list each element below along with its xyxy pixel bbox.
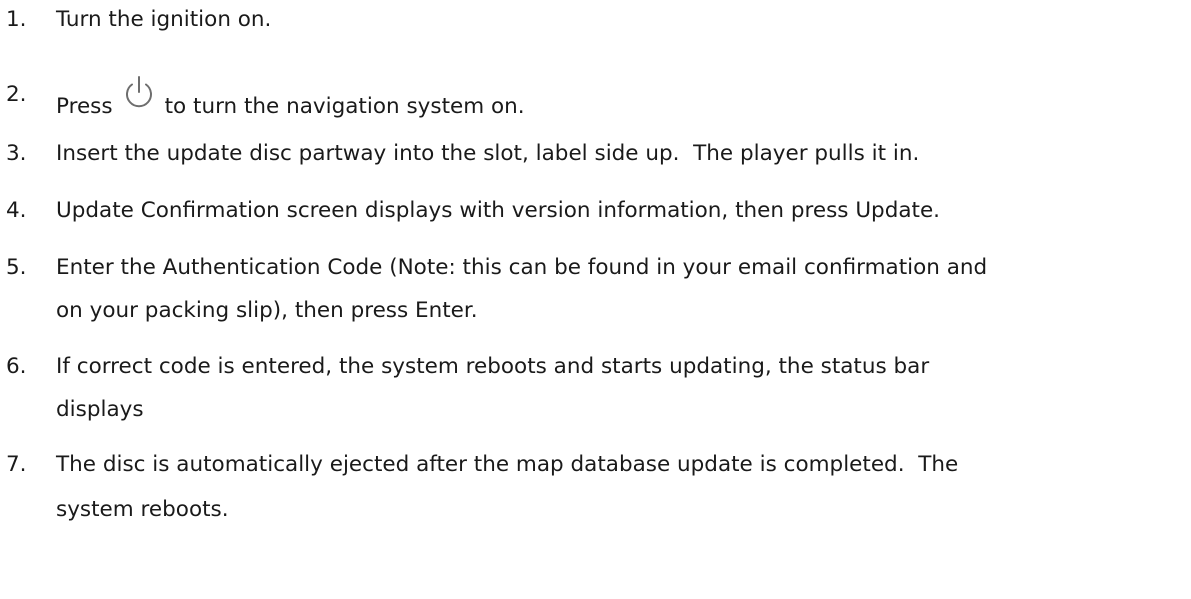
step-text-line: system reboots. [56,497,229,522]
step-text-after-icon: to turn the navigation system on. [164,94,525,119]
step-text: The disc is automatically ejected after … [56,445,1186,530]
step-number: 4. [6,198,27,223]
step-number: 6. [6,354,27,379]
step-text-line: on your packing slip), then press Enter. [56,298,478,323]
step-text-line: Turn the ignition on. [56,7,272,32]
step-text-before-icon: Press [56,94,113,119]
step-number: 3. [6,141,27,166]
step-text-line: displays [56,397,144,422]
step-text-line: Insert the update disc partway into the … [56,141,920,166]
step-text: Enter the Authentication Code (Note: thi… [56,248,1186,331]
step-text-line: The disc is automatically ejected after … [56,452,959,477]
power-icon [119,75,159,111]
step-text-line: If correct code is entered, the system r… [56,354,930,379]
step-text-line: Update Confirmation screen displays with… [56,198,941,223]
step-number: 7. [6,452,27,477]
step-text: Insert the update disc partway into the … [56,134,1186,174]
step-text: If correct code is entered, the system r… [56,347,1186,430]
step-text-line: Enter the Authentication Code (Note: thi… [56,255,988,280]
step-number: 5. [6,255,27,280]
step-text: Update Confirmation screen displays with… [56,191,1186,231]
step-number: 2. [6,82,27,107]
step-text: Press to turn the navigation system on. [56,75,1186,127]
step-text: Turn the ignition on. [56,0,1186,40]
step-number: 1. [6,7,27,32]
